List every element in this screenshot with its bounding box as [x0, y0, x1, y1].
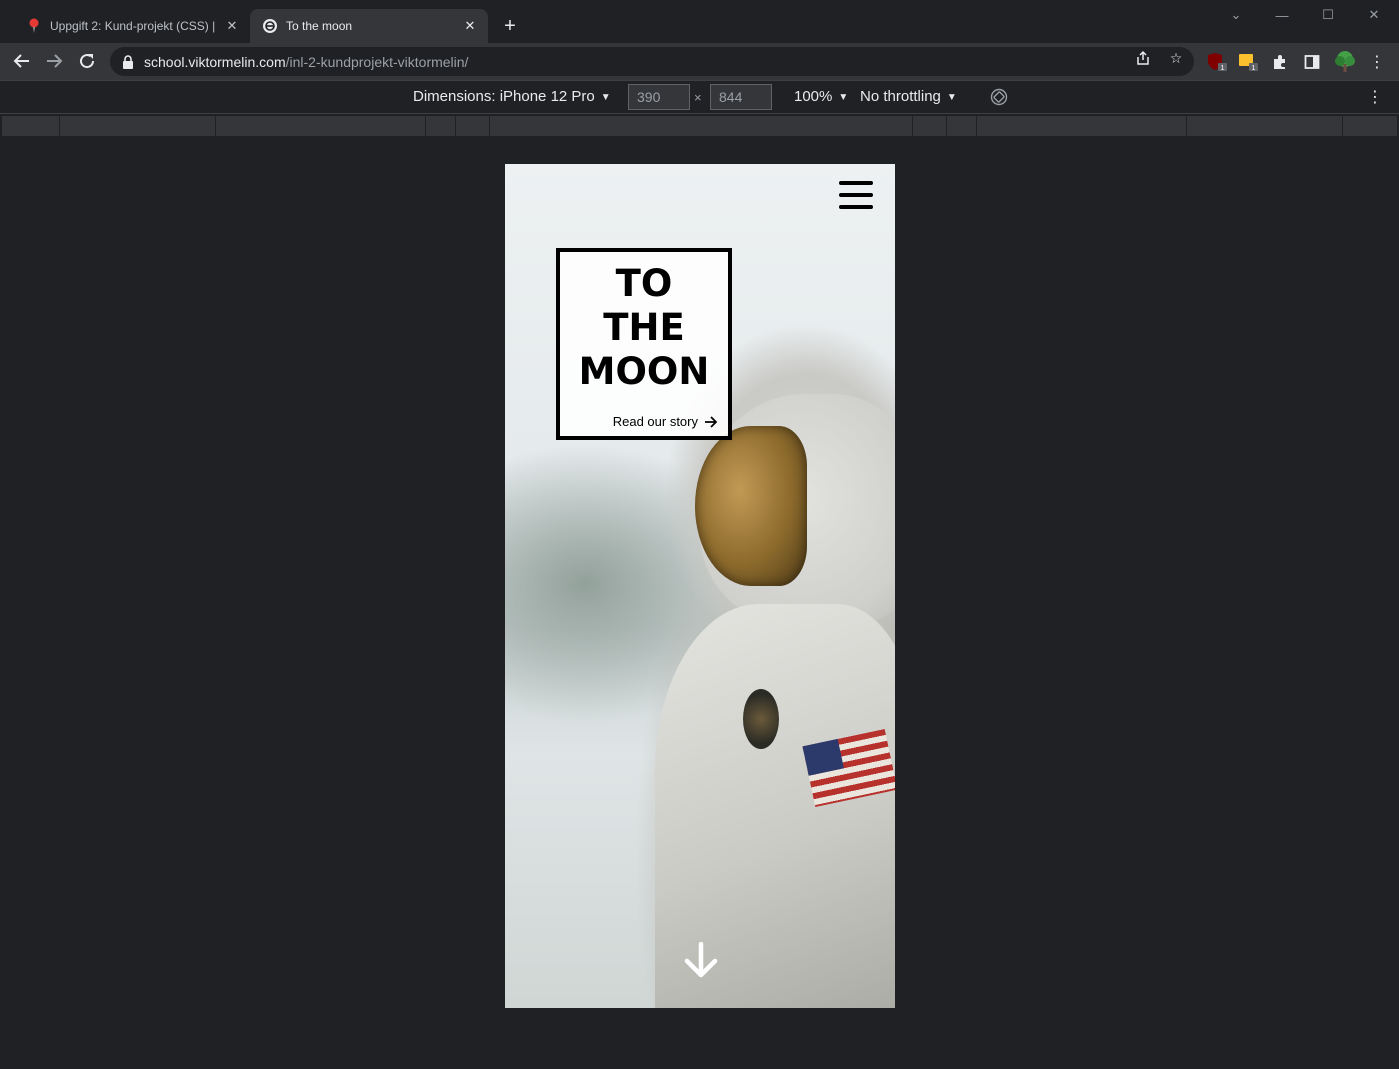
tab-title: Uppgift 2: Kund-projekt (CSS) | H: [50, 19, 218, 33]
read-story-label: Read our story: [612, 414, 698, 429]
lock-icon: [122, 54, 136, 69]
mobile-viewport: TO THE MOON Read our story: [505, 164, 895, 1008]
hero-title-line: MOON: [578, 350, 710, 393]
scroll-down-arrow-icon[interactable]: [684, 941, 718, 978]
media-query-segment[interactable]: [913, 116, 947, 136]
close-window-button[interactable]: ✕: [1351, 4, 1397, 26]
media-query-segment[interactable]: [977, 116, 1187, 136]
forward-arrow-icon: [47, 54, 63, 68]
throttling-select[interactable]: No throttling ▼: [860, 88, 957, 105]
sidepanel-icon[interactable]: [1302, 52, 1322, 72]
caret-down-icon: ▼: [600, 92, 611, 103]
zoom-label: 100%: [794, 88, 833, 105]
address-bar[interactable]: school.viktormelin.com /inl-2-kundprojek…: [110, 47, 1194, 76]
hero-title: TO THE MOON: [560, 262, 728, 394]
rotate-icon[interactable]: [990, 88, 1008, 106]
media-query-bar: [2, 116, 1397, 136]
hero-title-line: THE: [603, 306, 685, 349]
tab-title: To the moon: [286, 19, 353, 33]
media-query-segment[interactable]: [1343, 116, 1397, 136]
puzzle-icon[interactable]: [1270, 52, 1290, 72]
new-tab-button[interactable]: +: [500, 16, 520, 36]
browser-menu-icon[interactable]: ⋮: [1367, 52, 1387, 72]
mission-patch: [743, 689, 779, 749]
close-tab-icon[interactable]: ✕: [462, 18, 478, 34]
note-extension-icon[interactable]: 1: [1238, 52, 1258, 72]
media-query-segment[interactable]: [426, 116, 457, 136]
device-select[interactable]: Dimensions: iPhone 12 Pro ▼: [413, 88, 611, 105]
minimize-button[interactable]: —: [1259, 4, 1305, 26]
width-input[interactable]: 390: [628, 84, 690, 110]
media-query-segment[interactable]: [490, 116, 914, 136]
tab-to-the-moon[interactable]: To the moon ✕: [250, 9, 488, 43]
globe-icon: [262, 18, 278, 34]
media-query-segment[interactable]: [216, 116, 426, 136]
caret-down-icon: ▼: [946, 92, 957, 103]
tree-avatar-icon[interactable]: [1333, 50, 1357, 74]
browser-toolbar: school.viktormelin.com /inl-2-kundprojek…: [0, 43, 1399, 80]
ublock-icon[interactable]: 1: [1207, 52, 1227, 72]
height-input[interactable]: 844: [710, 84, 772, 110]
media-query-segment[interactable]: [2, 116, 60, 136]
tab-uppgift[interactable]: Uppgift 2: Kund-projekt (CSS) | H ✕: [14, 9, 250, 43]
pin-icon: [26, 18, 42, 34]
reload-icon: [80, 54, 95, 69]
svg-text:1: 1: [1221, 65, 1225, 72]
media-query-segment[interactable]: [456, 116, 490, 136]
forward-button[interactable]: [42, 49, 66, 73]
media-query-segment[interactable]: [947, 116, 978, 136]
back-button[interactable]: [10, 49, 34, 73]
device-toolbar: Dimensions: iPhone 12 Pro ▼ 390 × 844 100…: [0, 80, 1399, 114]
read-story-link[interactable]: Read our story: [613, 414, 718, 429]
media-query-segment[interactable]: [60, 116, 217, 136]
url-path: /inl-2-kundprojekt-viktormelin/: [285, 53, 469, 70]
url-host: school.viktormelin.com: [144, 53, 286, 70]
device-label: Dimensions: iPhone 12 Pro: [413, 88, 595, 105]
back-arrow-icon: [13, 54, 29, 68]
reload-button[interactable]: [75, 49, 99, 73]
media-query-segment[interactable]: [1187, 116, 1344, 136]
close-tab-icon[interactable]: ✕: [224, 18, 240, 34]
astronaut-visor: [695, 426, 807, 586]
zoom-select[interactable]: 100% ▼: [794, 88, 848, 105]
tab-search-icon[interactable]: ⌄: [1213, 4, 1259, 26]
caret-down-icon: ▼: [838, 92, 849, 103]
hamburger-menu-icon[interactable]: [839, 181, 873, 209]
svg-text:1: 1: [1252, 65, 1256, 72]
hero-title-line: TO: [615, 262, 673, 305]
arrow-right-icon: [704, 415, 718, 428]
times-sign: ×: [694, 90, 702, 105]
bookmark-star-icon[interactable]: ☆: [1168, 50, 1184, 66]
share-icon[interactable]: [1135, 50, 1151, 66]
more-options-icon[interactable]: ⋮: [1367, 87, 1383, 107]
throttling-label: No throttling: [860, 88, 941, 105]
maximize-button[interactable]: ☐: [1305, 4, 1351, 26]
tab-strip: Uppgift 2: Kund-projekt (CSS) | H ✕ To t…: [0, 0, 1399, 43]
hero-title-box: TO THE MOON Read our story: [556, 248, 732, 440]
